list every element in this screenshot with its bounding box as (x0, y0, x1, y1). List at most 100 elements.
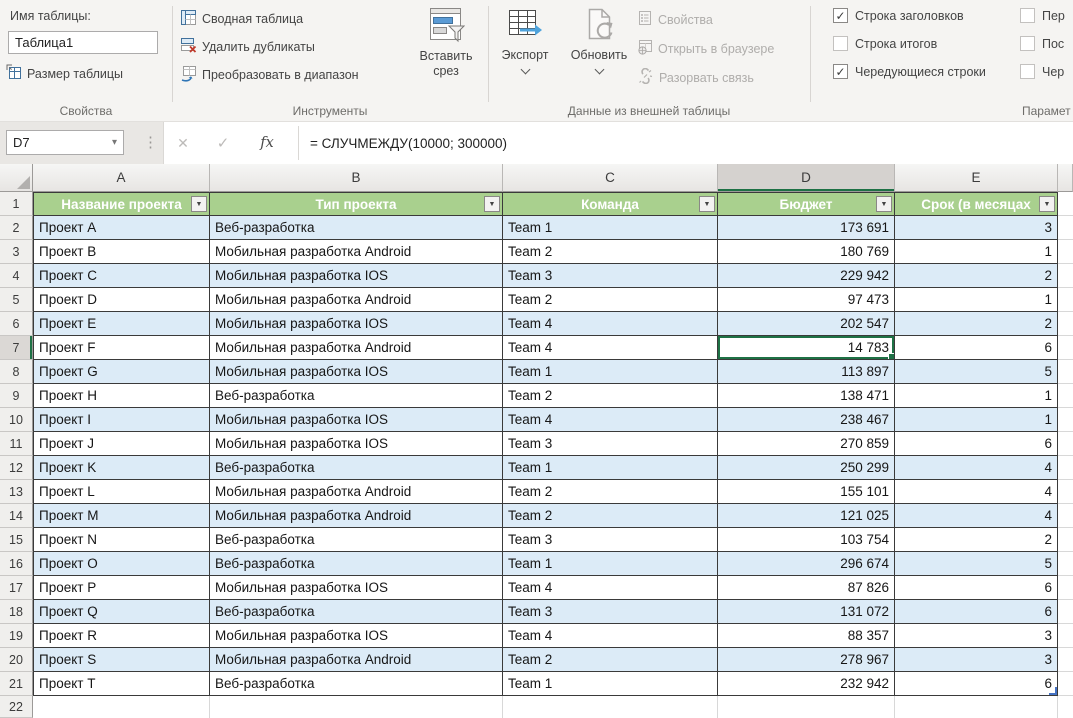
row-number[interactable]: 15 (0, 528, 33, 552)
checkbox-icon[interactable] (1020, 64, 1035, 79)
cell-team[interactable]: Team 1 (503, 552, 718, 576)
cell-budget[interactable]: 138 471 (718, 384, 895, 408)
cell-project-type[interactable]: Мобильная разработка IOS (210, 360, 503, 384)
cell-team[interactable]: Team 1 (503, 216, 718, 240)
cell-months[interactable]: 2 (895, 264, 1058, 288)
cell-project-name[interactable]: Проект L (33, 480, 210, 504)
cell-project-name[interactable]: Проект P (33, 576, 210, 600)
cell-months[interactable]: 3 (895, 624, 1058, 648)
row-number[interactable]: 12 (0, 456, 33, 480)
cell-project-type[interactable]: Мобильная разработка IOS (210, 312, 503, 336)
cell-months[interactable]: 1 (895, 288, 1058, 312)
empty-cell[interactable] (1058, 528, 1073, 552)
header-cell-project-name[interactable]: Название проекта ▼ (33, 192, 210, 216)
cell-project-name[interactable]: Проект Q (33, 600, 210, 624)
cell-team[interactable]: Team 3 (503, 264, 718, 288)
export-button[interactable]: Экспорт (491, 4, 559, 99)
cell-months[interactable]: 3 (895, 216, 1058, 240)
empty-cell[interactable] (1058, 432, 1073, 456)
row-number[interactable]: 2 (0, 216, 33, 240)
cell-project-name[interactable]: Проект G (33, 360, 210, 384)
cell-project-name[interactable]: Проект T (33, 672, 210, 696)
cell-team[interactable]: Team 1 (503, 456, 718, 480)
empty-cell[interactable] (1058, 360, 1073, 384)
row-number[interactable]: 8 (0, 360, 33, 384)
cell-months[interactable]: 6 (895, 576, 1058, 600)
table-name-input[interactable] (8, 31, 158, 54)
column-header-c[interactable]: C (503, 164, 718, 192)
cell-team[interactable]: Team 3 (503, 432, 718, 456)
cell-project-name[interactable]: Проект N (33, 528, 210, 552)
checkbox-icon[interactable]: ✓ (833, 8, 848, 23)
style-checkbox[interactable]: Пер (1020, 8, 1065, 23)
row-number[interactable]: 7 (0, 336, 33, 360)
style-checkbox[interactable]: ✓Чередующиеся строки (833, 64, 986, 79)
empty-cell[interactable] (1058, 552, 1073, 576)
resize-table-button[interactable]: Размер таблицы (6, 64, 123, 83)
cell-project-name[interactable]: Проект B (33, 240, 210, 264)
cell-project-type[interactable]: Веб-разработка (210, 456, 503, 480)
column-header-e[interactable]: E (895, 164, 1058, 192)
empty-cell[interactable] (1058, 408, 1073, 432)
filter-button[interactable]: ▼ (699, 196, 715, 212)
cell-project-name[interactable]: Проект H (33, 384, 210, 408)
cell-project-name[interactable]: Проект I (33, 408, 210, 432)
empty-cell[interactable] (1058, 312, 1073, 336)
cell-months[interactable]: 4 (895, 504, 1058, 528)
pivot-table-button[interactable]: Сводная таблица (180, 9, 303, 29)
row-number[interactable]: 17 (0, 576, 33, 600)
cell-project-type[interactable]: Мобильная разработка IOS (210, 408, 503, 432)
style-checkbox[interactable]: ✓Строка заголовков (833, 8, 986, 23)
column-header-b[interactable]: B (210, 164, 503, 192)
empty-cell[interactable] (1058, 216, 1073, 240)
cell-budget[interactable]: 88 357 (718, 624, 895, 648)
cell-project-type[interactable]: Веб-разработка (210, 672, 503, 696)
filter-button[interactable]: ▼ (191, 196, 207, 212)
cell-project-type[interactable]: Мобильная разработка IOS (210, 432, 503, 456)
cell-team[interactable]: Team 2 (503, 648, 718, 672)
checkbox-icon[interactable] (833, 36, 848, 51)
cell-budget[interactable]: 97 473 (718, 288, 895, 312)
cell-project-name[interactable]: Проект M (33, 504, 210, 528)
row-number[interactable]: 20 (0, 648, 33, 672)
empty-cell[interactable] (1058, 504, 1073, 528)
cell-project-type[interactable]: Веб-разработка (210, 600, 503, 624)
style-checkbox[interactable]: Пос (1020, 36, 1065, 51)
cell-team[interactable]: Team 1 (503, 672, 718, 696)
cell-project-type[interactable]: Веб-разработка (210, 528, 503, 552)
row-number[interactable]: 10 (0, 408, 33, 432)
cell-team[interactable]: Team 4 (503, 576, 718, 600)
convert-to-range-button[interactable]: Преобразовать в диапазон (180, 65, 359, 85)
row-number[interactable]: 22 (0, 696, 33, 718)
row-number[interactable]: 6 (0, 312, 33, 336)
empty-cell[interactable] (1058, 240, 1073, 264)
cell-budget[interactable]: 232 942 (718, 672, 895, 696)
empty-cell[interactable] (1058, 648, 1073, 672)
enter-icon[interactable]: ✓ (206, 122, 240, 164)
cell-months[interactable]: 6 (895, 336, 1058, 360)
name-box[interactable]: D7 ▾ (6, 130, 124, 155)
cell-project-type[interactable]: Веб-разработка (210, 384, 503, 408)
cell-months[interactable]: 1 (895, 384, 1058, 408)
cell-project-type[interactable]: Мобильная разработка IOS (210, 264, 503, 288)
empty-cell[interactable] (1058, 288, 1073, 312)
empty-cell[interactable] (503, 696, 718, 718)
empty-cell[interactable] (1058, 480, 1073, 504)
cell-project-type[interactable]: Веб-разработка (210, 552, 503, 576)
column-header-a[interactable]: A (33, 164, 210, 192)
cell-budget[interactable]: 113 897 (718, 360, 895, 384)
empty-cell[interactable] (1058, 264, 1073, 288)
cell-project-type[interactable]: Веб-разработка (210, 216, 503, 240)
row-number[interactable]: 19 (0, 624, 33, 648)
cell-project-name[interactable]: Проект F (33, 336, 210, 360)
style-checkbox[interactable]: Строка итогов (833, 36, 986, 51)
checkbox-icon[interactable] (1020, 36, 1035, 51)
cell-team[interactable]: Team 2 (503, 480, 718, 504)
header-cell-project-type[interactable]: Тип проекта ▼ (210, 192, 503, 216)
empty-cell[interactable] (1058, 600, 1073, 624)
cell-team[interactable]: Team 3 (503, 600, 718, 624)
cell-budget[interactable]: 238 467 (718, 408, 895, 432)
cell-project-type[interactable]: Мобильная разработка Android (210, 504, 503, 528)
cell-budget[interactable]: 202 547 (718, 312, 895, 336)
external-properties-button[interactable]: Свойства (637, 10, 713, 29)
